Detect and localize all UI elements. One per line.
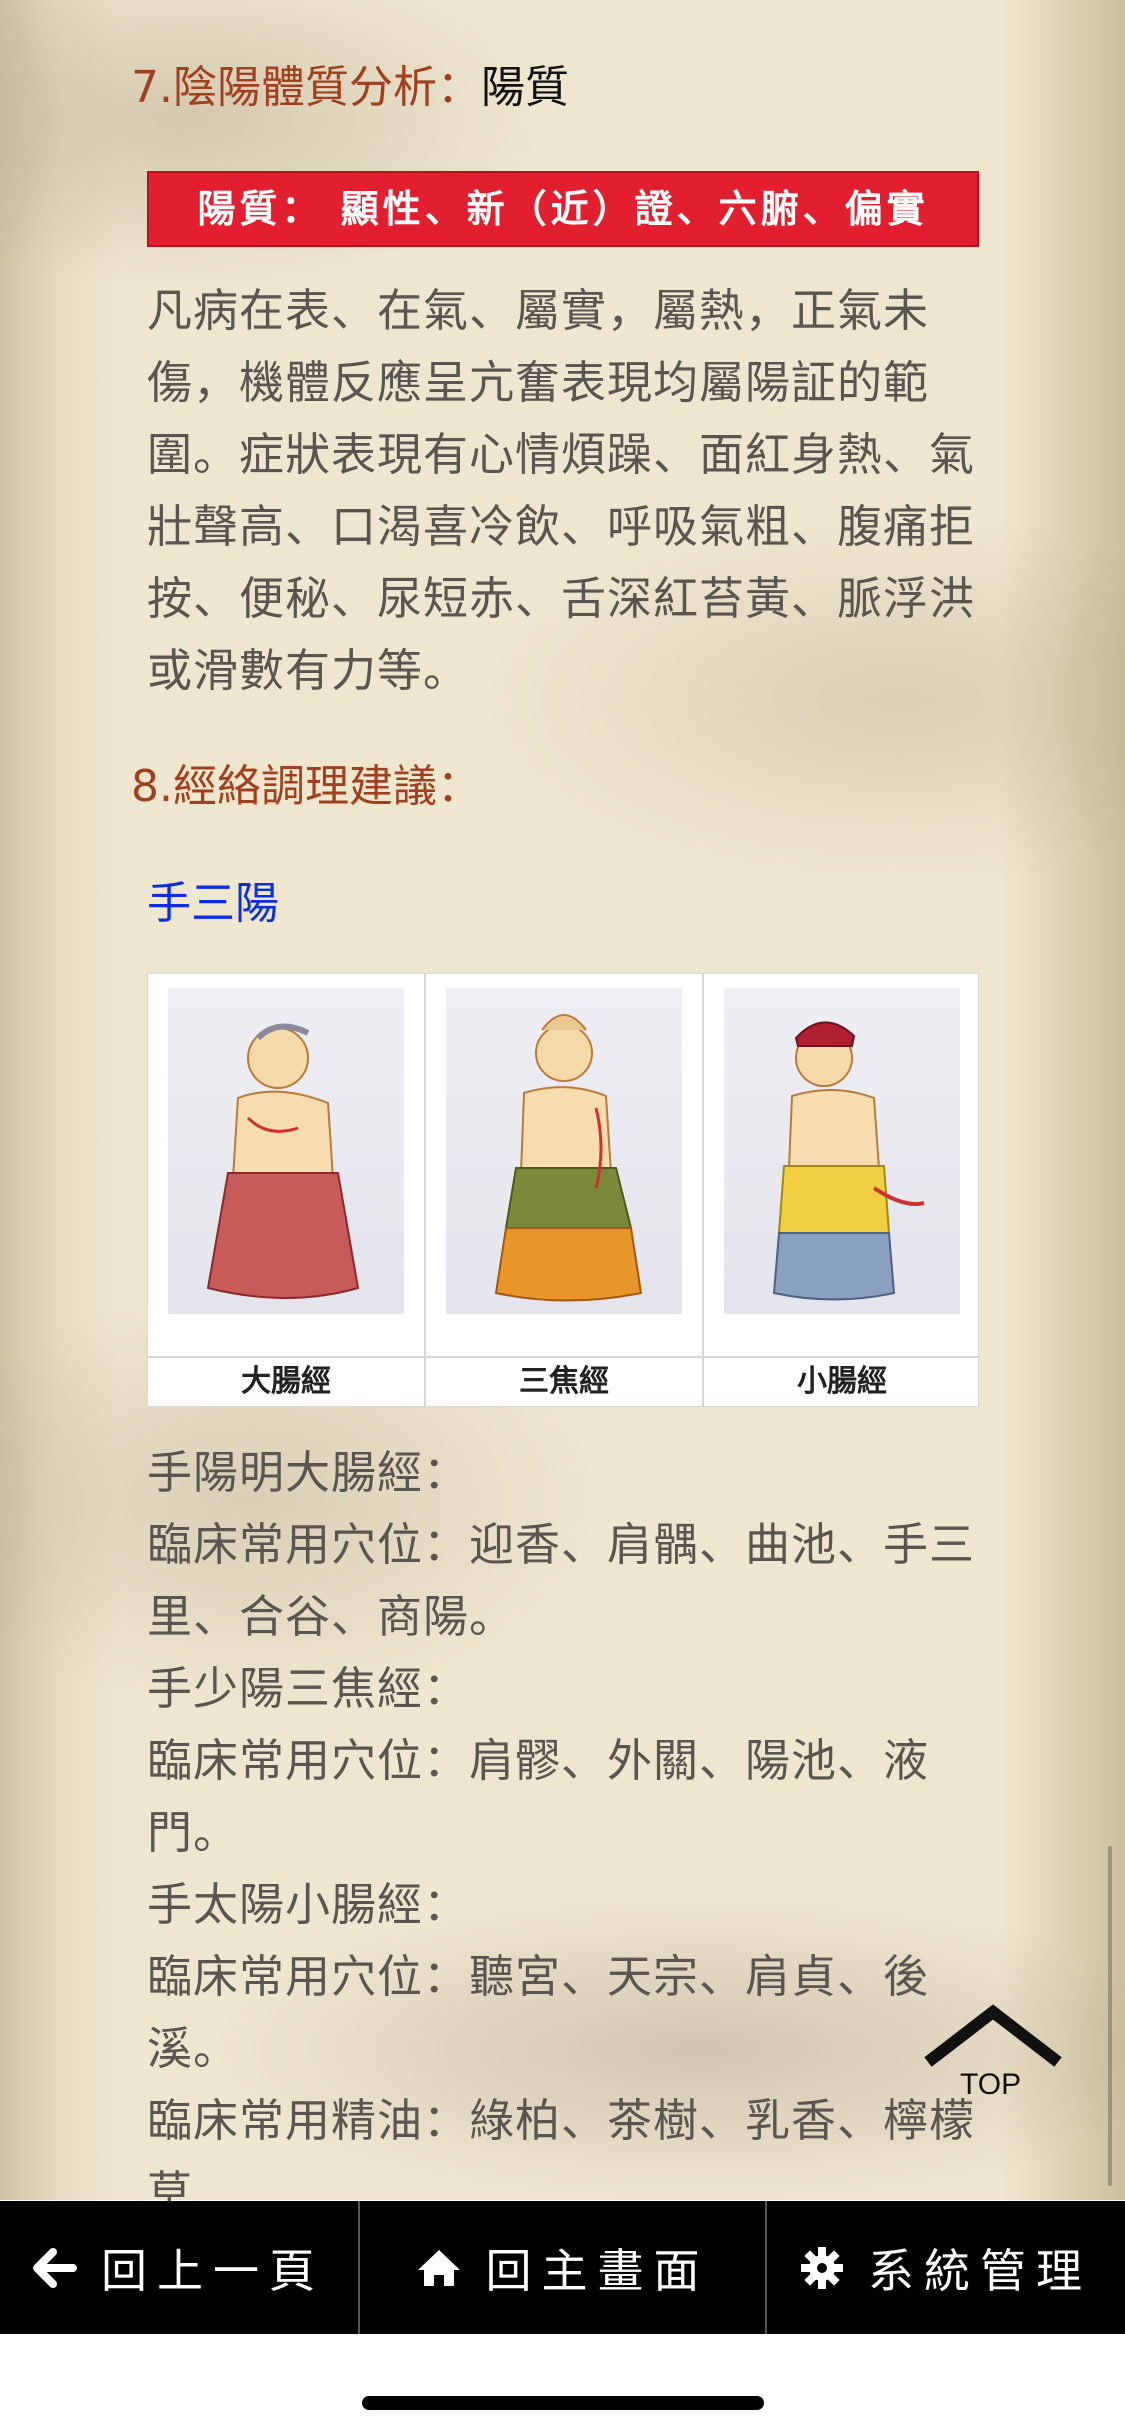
large-intestine-illustration (168, 988, 404, 1314)
caption-small-intestine: 小腸經 (704, 1356, 980, 1406)
meridian-name: 手太陽小腸經： (147, 1878, 470, 1931)
constitution-description: 凡病在表、在氣、屬實，屬熱，正氣未傷，機體反應呈亢奮表現均屬陽証的範圍。症狀表現… (147, 284, 976, 697)
constitution-value: 陽質 (480, 62, 569, 113)
meridian-group-heading: 手三陽 (147, 878, 279, 929)
meridian-acupoints: 臨床常用穴位：聽宮、天宗、肩貞、後溪。 (147, 1950, 930, 2075)
meridian-name: 手陽明大腸經： (147, 1446, 470, 1499)
section-8-heading: 8.經絡調理建議： (131, 761, 481, 812)
caption-large-intestine: 大腸經 (148, 1356, 424, 1406)
triple-burner-illustration (446, 988, 682, 1314)
arrow-left-icon (33, 2247, 77, 2288)
back-button[interactable]: 回上一頁 (0, 2201, 358, 2334)
small-intestine-illustration (724, 988, 960, 1314)
gear-icon (801, 2246, 843, 2289)
section-7-label: 7.陰陽體質分析： (131, 62, 481, 113)
bottom-navigation-bar: 回上一頁 回主畫面 系統管理 (0, 2201, 1125, 2334)
scroll-to-top-button[interactable]: TOP (920, 2000, 1066, 2110)
essential-oils-text: 臨床常用精油：綠柏、茶樹、乳香、檸檬草 (147, 2094, 976, 2201)
home-button-label: 回主畫面 (485, 2243, 710, 2298)
meridian-figure: 大腸經 三焦經 小腸經 (147, 973, 980, 1407)
top-label: TOP (960, 2068, 1022, 2101)
meridian-name: 手少陽三焦經： (147, 1662, 470, 1715)
section-7-heading: 7.陰陽體質分析：陽質 (131, 58, 569, 118)
back-button-label: 回上一頁 (101, 2243, 325, 2298)
chevron-up-icon (924, 2004, 1062, 2067)
scrollbar[interactable] (1108, 1846, 1112, 2186)
meridian-acupoints: 臨床常用穴位：迎香、肩髃、曲池、手三里、合谷、商陽。 (147, 1518, 976, 1643)
figure-small-intestine: 小腸經 (704, 974, 980, 1406)
figure-large-intestine: 大腸經 (148, 974, 424, 1406)
home-icon (417, 2249, 460, 2286)
home-button[interactable]: 回主畫面 (360, 2201, 765, 2334)
settings-button[interactable]: 系統管理 (767, 2201, 1125, 2334)
constitution-banner: 陽質： 顯性、新（近）證、六腑、偏實 (147, 171, 979, 247)
home-indicator[interactable] (362, 2396, 764, 2410)
settings-button-label: 系統管理 (868, 2243, 1092, 2298)
caption-triple-burner: 三焦經 (426, 1356, 702, 1406)
figure-triple-burner: 三焦經 (426, 974, 702, 1406)
meridian-acupoints: 臨床常用穴位：肩髎、外關、陽池、液門。 (147, 1734, 930, 1859)
